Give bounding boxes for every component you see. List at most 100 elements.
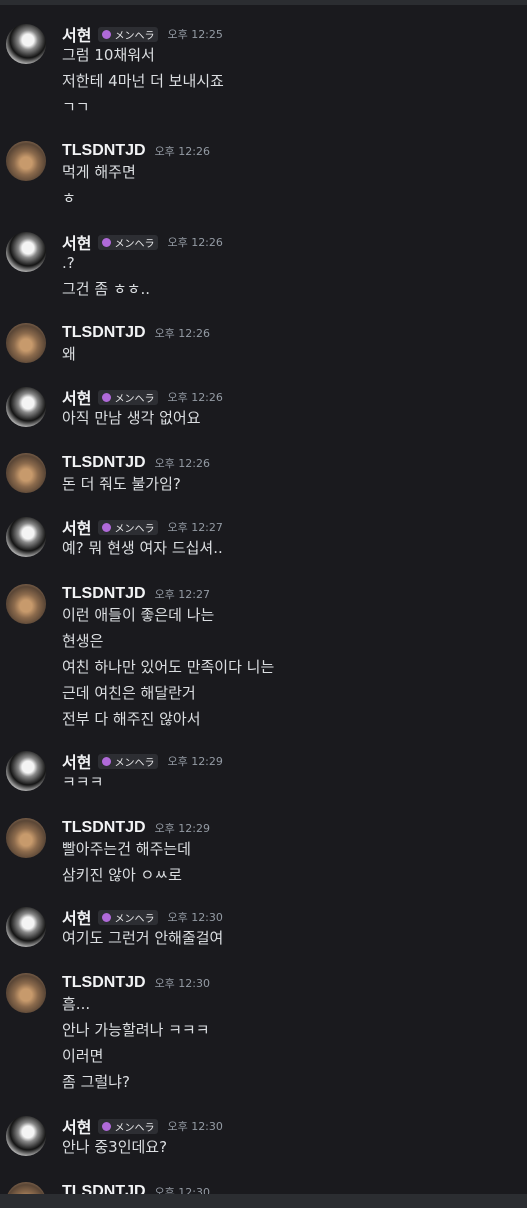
message-text: 예? 뭐 현생 여자 드십셔.. bbox=[62, 539, 223, 557]
message-text: 좀 그럴냐? bbox=[62, 1073, 130, 1091]
message-header: 서현 メンヘラ 오후 12:25 bbox=[62, 22, 223, 46]
message-text: 그럼 10채워서 bbox=[62, 46, 155, 64]
message-list[interactable]: 서현 メンヘラ 오후 12:25 그럼 10채워서저한테 4마넌 더 보내시죠 ㄱㄱ TL… bbox=[0, 0, 527, 1194]
message-text: ㅎ bbox=[62, 189, 76, 207]
username[interactable]: 서현 bbox=[62, 749, 91, 773]
message-header: TLSDNTJD 오후 12:30 bbox=[62, 973, 210, 993]
message-text: 저한테 4마넌 더 보내시죠 bbox=[62, 72, 224, 90]
avatar[interactable] bbox=[6, 1116, 46, 1156]
role-tag[interactable]: メンヘラ bbox=[98, 26, 159, 42]
avatar[interactable] bbox=[6, 232, 46, 272]
message-header: TLSDNTJD 오후 12:26 bbox=[62, 323, 210, 343]
message-header: TLSDNTJD 오후 12:26 bbox=[62, 141, 210, 161]
timestamp: 오후 12:26 bbox=[167, 236, 223, 249]
avatar[interactable] bbox=[6, 517, 46, 557]
message-text: 현생은 bbox=[62, 632, 104, 650]
avatar[interactable] bbox=[6, 141, 46, 181]
skull-icon bbox=[102, 756, 112, 766]
message-text: ㄱㄱ bbox=[62, 98, 90, 116]
message-header: 서현 メンヘラ 오후 12:26 bbox=[62, 230, 223, 254]
role-tag-text: メンヘラ bbox=[114, 393, 155, 405]
timestamp: 오후 12:30 bbox=[167, 911, 223, 924]
username[interactable]: TLSDNTJD bbox=[62, 974, 146, 992]
message-text: 여친 하나만 있어도 만족이다 니는 bbox=[62, 658, 275, 676]
message-header: TLSDNTJD 오후 12:27 bbox=[62, 584, 210, 604]
role-tag-text: メンヘラ bbox=[114, 523, 155, 535]
role-tag[interactable]: メンヘラ bbox=[98, 519, 159, 535]
timestamp: 오후 12:29 bbox=[167, 755, 223, 768]
avatar[interactable] bbox=[6, 387, 46, 427]
message-text: 빨아주는건 해주는데 bbox=[62, 840, 191, 858]
message-header: 서현 メンヘラ 오후 12:30 bbox=[62, 1114, 223, 1138]
skull-icon bbox=[102, 522, 112, 532]
role-tag[interactable]: メンヘラ bbox=[98, 909, 159, 925]
skull-icon bbox=[102, 29, 112, 39]
username[interactable]: TLSDNTJD bbox=[62, 454, 146, 472]
message-text: 안나 중3인데요? bbox=[62, 1138, 168, 1156]
timestamp: 오후 12:27 bbox=[167, 521, 223, 534]
username[interactable]: TLSDNTJD bbox=[62, 819, 146, 837]
message-header: TLSDNTJD 오후 12:30 bbox=[62, 1182, 210, 1194]
message-text: 이러면 bbox=[62, 1047, 104, 1065]
username[interactable]: 서현 bbox=[62, 22, 91, 46]
skull-icon bbox=[102, 237, 112, 247]
message-header: 서현 メンヘラ 오후 12:27 bbox=[62, 515, 223, 539]
avatar[interactable] bbox=[6, 818, 46, 858]
message-text: 왜 bbox=[62, 345, 76, 363]
role-tag[interactable]: メンヘラ bbox=[98, 753, 159, 769]
skull-icon bbox=[102, 392, 112, 402]
message-text: 삼키진 않아 ㅇㅆ로 bbox=[62, 866, 182, 884]
bottom-bar bbox=[0, 1194, 527, 1208]
username[interactable]: TLSDNTJD bbox=[62, 324, 146, 342]
timestamp: 오후 12:30 bbox=[154, 1186, 210, 1194]
avatar[interactable] bbox=[6, 973, 46, 1013]
message-text: ㅋㅋㅋ bbox=[62, 773, 104, 791]
username[interactable]: 서현 bbox=[62, 515, 91, 539]
username[interactable]: 서현 bbox=[62, 385, 91, 409]
message-header: TLSDNTJD 오후 12:29 bbox=[62, 818, 210, 838]
username[interactable]: 서현 bbox=[62, 230, 91, 254]
timestamp: 오후 12:29 bbox=[154, 822, 210, 835]
message-text: 아직 만남 생각 없어요 bbox=[62, 409, 201, 427]
avatar[interactable] bbox=[6, 751, 46, 791]
role-tag-text: メンヘラ bbox=[114, 30, 155, 42]
message-text: 흠... bbox=[62, 995, 91, 1013]
timestamp: 오후 12:27 bbox=[154, 588, 210, 601]
avatar[interactable] bbox=[6, 323, 46, 363]
username[interactable]: TLSDNTJD bbox=[62, 585, 146, 603]
message-text: 안나 가능할려나 ㅋㅋㅋ bbox=[62, 1021, 210, 1039]
timestamp: 오후 12:26 bbox=[154, 457, 210, 470]
message-text: 돈 더 줘도 불가임? bbox=[62, 475, 181, 493]
avatar[interactable] bbox=[6, 24, 46, 64]
role-tag-text: メンヘラ bbox=[114, 238, 155, 250]
username[interactable]: 서현 bbox=[62, 1114, 91, 1138]
timestamp: 오후 12:26 bbox=[154, 327, 210, 340]
skull-icon bbox=[102, 912, 112, 922]
message-text: 전부 다 해주진 않아서 bbox=[62, 710, 201, 728]
timestamp: 오후 12:25 bbox=[167, 28, 223, 41]
timestamp: 오후 12:26 bbox=[167, 391, 223, 404]
skull-icon bbox=[102, 1121, 112, 1131]
role-tag-text: メンヘラ bbox=[114, 757, 155, 769]
role-tag-text: メンヘラ bbox=[114, 1122, 155, 1134]
role-tag[interactable]: メンヘラ bbox=[98, 389, 159, 405]
message-header: 서현 メンヘラ 오후 12:26 bbox=[62, 385, 223, 409]
timestamp: 오후 12:26 bbox=[154, 145, 210, 158]
message-text: .? bbox=[62, 254, 75, 272]
avatar[interactable] bbox=[6, 453, 46, 493]
username[interactable]: TLSDNTJD bbox=[62, 142, 146, 160]
message-text: 이런 애들이 좋은데 나는 bbox=[62, 606, 215, 624]
username[interactable]: TLSDNTJD bbox=[62, 1183, 146, 1194]
avatar[interactable] bbox=[6, 907, 46, 947]
role-tag-text: メンヘラ bbox=[114, 913, 155, 925]
message-header: 서현 メンヘラ 오후 12:30 bbox=[62, 905, 223, 929]
message-text: 그건 좀 ㅎㅎ.. bbox=[62, 280, 151, 298]
username[interactable]: 서현 bbox=[62, 905, 91, 929]
avatar[interactable] bbox=[6, 1182, 46, 1194]
message-text: 먹게 해주면 bbox=[62, 163, 136, 181]
role-tag[interactable]: メンヘラ bbox=[98, 1118, 159, 1134]
message-text: 근데 여친은 해달란거 bbox=[62, 684, 196, 702]
timestamp: 오후 12:30 bbox=[167, 1120, 223, 1133]
avatar[interactable] bbox=[6, 584, 46, 624]
role-tag[interactable]: メンヘラ bbox=[98, 234, 159, 250]
